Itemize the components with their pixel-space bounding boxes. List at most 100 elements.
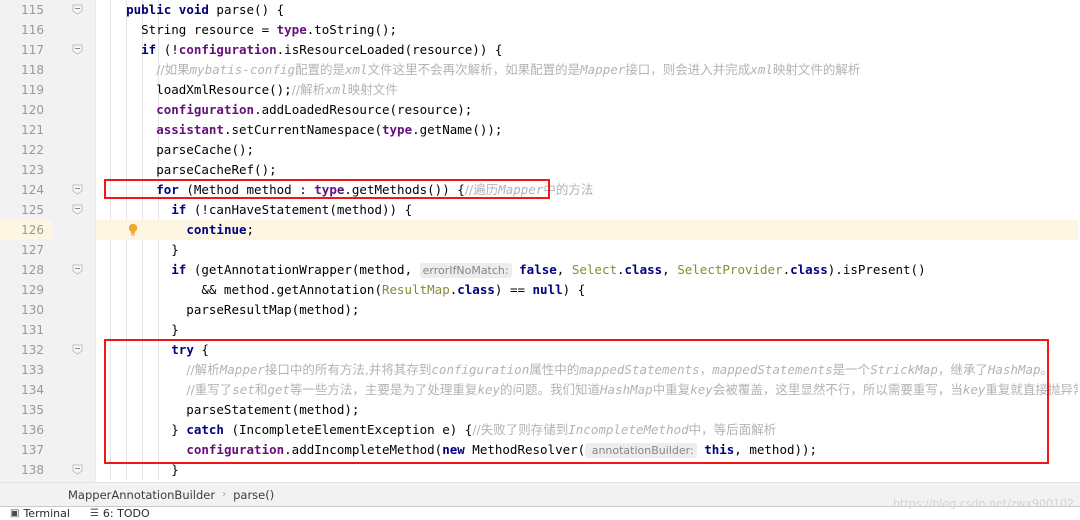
code-line[interactable]: 129 && method.getAnnotation(ResultMap.cl… [0,280,1080,300]
fold-collapse-icon[interactable] [72,4,83,15]
code-text[interactable]: } [96,240,179,260]
code-text[interactable]: //如果mybatis-config配置的是xml文件这里不会再次解析，如果配置… [96,60,860,80]
gutter-icon-slot[interactable] [52,160,96,180]
code-text[interactable]: assistant.setCurrentNamespace(type.getNa… [96,120,502,140]
code-line[interactable]: 134 //重写了set和get等一些方法，主要是为了处理重复key的问题。我们… [0,380,1080,400]
tool-button-todo-label: 6: TODO [103,507,150,520]
code-token: xml [750,62,773,77]
code-text[interactable]: for (Method method : type.getMethods()) … [96,180,593,200]
tool-button-todo[interactable]: ☰ 6: TODO [80,507,160,520]
code-line[interactable]: 124 for (Method method : type.getMethods… [0,180,1080,200]
line-number: 135 [0,400,52,420]
gutter-icon-slot[interactable] [52,300,96,320]
code-line[interactable]: 125 if (!canHaveStatement(method)) { [0,200,1080,220]
code-text[interactable]: configuration.addLoadedResource(resource… [96,100,472,120]
code-token [96,222,186,237]
code-token: get [267,382,290,397]
code-text[interactable]: if (getAnnotationWrapper(method, errorIf… [96,260,926,280]
gutter-icon-slot[interactable] [52,20,96,40]
fold-collapse-icon[interactable] [72,264,83,275]
code-line[interactable]: 116 String resource = type.toString(); [0,20,1080,40]
code-text[interactable]: } catch (IncompleteElementException e) {… [96,420,776,440]
gutter-icon-slot[interactable] [52,40,96,60]
code-line[interactable]: 119 loadXmlResource();//解析xml映射文件 [0,80,1080,100]
gutter-icon-slot[interactable] [52,440,96,460]
gutter-icon-slot[interactable] [52,320,96,340]
fold-collapse-icon[interactable] [72,204,83,215]
code-line[interactable]: 137 configuration.addIncompleteMethod(ne… [0,440,1080,460]
code-line[interactable]: 118 //如果mybatis-config配置的是xml文件这里不会再次解析，… [0,60,1080,80]
gutter-icon-slot[interactable] [52,280,96,300]
gutter-icon-slot[interactable] [52,200,96,220]
code-text[interactable]: try { [96,340,209,360]
gutter-icon-slot[interactable] [52,460,96,480]
code-line[interactable]: 131 } [0,320,1080,340]
code-line[interactable]: 127 } [0,240,1080,260]
gutter-icon-slot[interactable] [52,100,96,120]
code-token: (IncompleteElementException e) { [224,422,472,437]
gutter-icon-slot[interactable] [52,80,96,100]
code-line[interactable]: 132 try { [0,340,1080,360]
code-line[interactable]: 138 } [0,460,1080,480]
code-line[interactable]: 122 parseCache(); [0,140,1080,160]
code-line[interactable]: 121 assistant.setCurrentNamespace(type.g… [0,120,1080,140]
gutter-icon-slot[interactable] [52,340,96,360]
code-text[interactable]: if (!configuration.isResourceLoaded(reso… [96,40,502,60]
line-number: 132 [0,340,52,360]
code-line[interactable]: 120 configuration.addLoadedResource(reso… [0,100,1080,120]
code-line[interactable]: 136 } catch (IncompleteElementException … [0,420,1080,440]
code-line[interactable]: 128 if (getAnnotationWrapper(method, err… [0,260,1080,280]
code-line[interactable]: 130 parseResultMap(method); [0,300,1080,320]
tool-button-terminal[interactable]: ▣ Terminal [0,507,80,520]
code-text[interactable]: } [96,320,179,340]
todo-icon: ☰ [90,509,99,519]
gutter-icon-slot[interactable] [52,240,96,260]
code-text[interactable]: //重写了set和get等一些方法，主要是为了处理重复key的问题。我们知道Ha… [96,380,1080,400]
fold-collapse-icon[interactable] [72,344,83,355]
gutter-icon-slot[interactable] [52,260,96,280]
gutter-icon-slot[interactable] [52,140,96,160]
code-token: .toString(); [307,22,397,37]
code-text[interactable]: parseCacheRef(); [96,160,277,180]
code-line[interactable]: 117 if (!configuration.isResourceLoaded(… [0,40,1080,60]
gutter-icon-slot[interactable] [52,420,96,440]
code-editor[interactable]: 115 public void parse() {116 String reso… [0,0,1080,482]
code-text[interactable]: parseCache(); [96,140,254,160]
code-text[interactable]: parseResultMap(method); [96,300,359,320]
code-token: 配置的是 [295,62,345,77]
code-line[interactable]: 115 public void parse() { [0,0,1080,20]
code-text[interactable]: continue; [96,220,254,240]
gutter-icon-slot[interactable] [52,0,96,20]
gutter-icon-slot[interactable] [52,60,96,80]
code-line[interactable]: 135 parseStatement(method); [0,400,1080,420]
code-text[interactable]: && method.getAnnotation(ResultMap.class)… [96,280,585,300]
code-text[interactable]: //解析Mapper接口中的所有方法,并将其存到configuration属性中… [96,360,1053,380]
breadcrumb-item-method[interactable]: parse() [233,488,274,502]
code-token [96,202,171,217]
code-text[interactable]: } [96,460,179,480]
code-text[interactable]: if (!canHaveStatement(method)) { [96,200,412,220]
code-token: HashMap [988,362,1041,377]
gutter-icon-slot[interactable] [52,360,96,380]
gutter-icon-slot[interactable] [52,400,96,420]
gutter-icon-slot[interactable] [52,220,96,240]
code-token: 中，等后面解析 [689,422,777,437]
breadcrumb-item-class[interactable]: MapperAnnotationBuilder [68,488,215,502]
gutter-icon-slot[interactable] [52,180,96,200]
code-text[interactable]: parseStatement(method); [96,400,359,420]
code-text[interactable]: String resource = type.toString(); [96,20,397,40]
line-number: 129 [0,280,52,300]
code-line[interactable]: 123 parseCacheRef(); [0,160,1080,180]
code-token: 中重复 [653,382,691,397]
code-line[interactable]: 133 //解析Mapper接口中的所有方法,并将其存到configuratio… [0,360,1080,380]
code-text[interactable]: configuration.addIncompleteMethod(new Me… [96,440,817,460]
code-token: (getAnnotationWrapper(method, [186,262,419,277]
code-text[interactable]: public void parse() { [96,0,284,20]
gutter-icon-slot[interactable] [52,120,96,140]
gutter-icon-slot[interactable] [52,380,96,400]
code-text[interactable]: loadXmlResource();//解析xml映射文件 [96,80,398,100]
fold-collapse-icon[interactable] [72,44,83,55]
code-line[interactable]: 126 continue; [0,220,1080,240]
fold-collapse-icon[interactable] [72,464,83,475]
fold-collapse-icon[interactable] [72,184,83,195]
